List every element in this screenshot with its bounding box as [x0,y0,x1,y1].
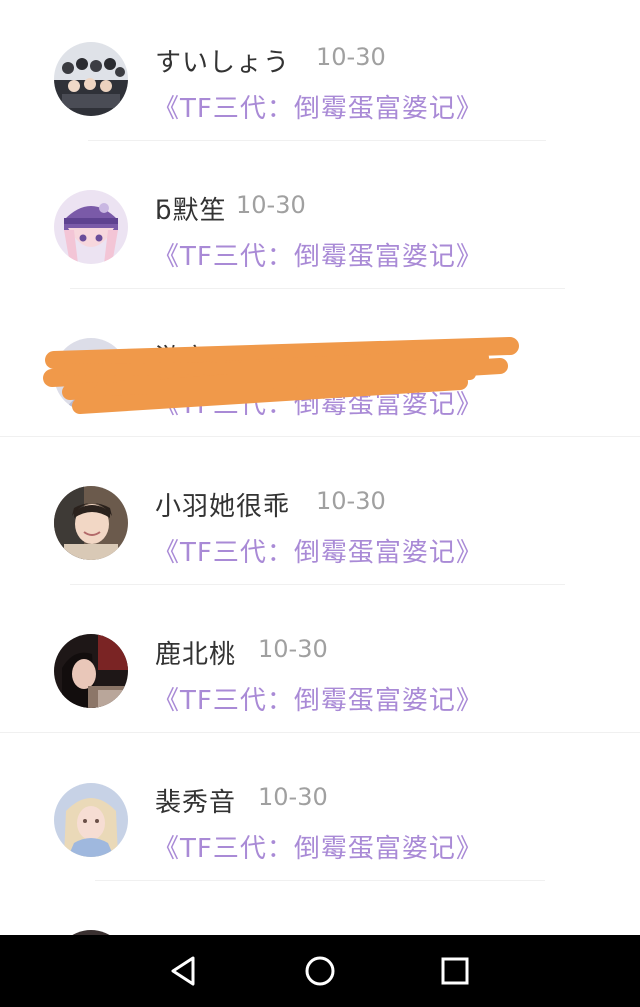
triangle-back-icon[interactable] [163,951,203,991]
comment-row[interactable]: ƃ默笙 10-30 《TF三代：倒霉蛋富婆记》 [0,148,640,296]
comment-time: 10-30 [236,191,306,219]
comment-time: 10-30 [258,635,328,663]
commenter-name[interactable]: すいしょう [155,42,290,79]
comment-time: 10-30 [258,783,328,811]
square-recents-icon[interactable] [435,951,475,991]
commenter-name[interactable]: 游客16197 [155,338,297,375]
comment-row-partial[interactable] [0,888,640,935]
row-divider [88,140,546,141]
anime-girl-avatar[interactable] [54,190,128,264]
boy-photo-avatar[interactable] [54,486,128,560]
default-guest-avatar[interactable] [54,338,128,412]
work-title-link[interactable]: 《TF三代：倒霉蛋富婆记》 [153,828,483,865]
portrait-photo-avatar[interactable] [54,634,128,708]
comment-list-screen: すいしょう 10-30 《TF三代：倒霉蛋富婆记》 ƃ默笙 10-30 《TF三… [0,0,640,1007]
work-title-link[interactable]: 《TF三代：倒霉蛋富婆记》 [153,680,483,717]
commenter-name[interactable]: 鹿北桃 [155,634,236,671]
comment-row[interactable]: 裴秀音 10-30 《TF三代：倒霉蛋富婆记》 [0,740,640,888]
row-divider [70,584,565,585]
row-divider [95,880,545,881]
work-title-link[interactable]: 《TF三代：倒霉蛋富婆记》 [153,88,483,125]
comment-row[interactable]: 鹿北桃 10-30 《TF三代：倒霉蛋富婆记》 [0,592,640,740]
work-title-link[interactable]: 《TF三代：倒霉蛋富婆记》 [153,384,483,421]
group-photo-avatar[interactable] [54,42,128,116]
work-title-link[interactable]: 《TF三代：倒霉蛋富婆记》 [153,236,483,273]
comment-time: 10-30 [316,487,386,515]
row-divider [0,436,640,437]
commenter-name[interactable]: ƃ默笙 [155,190,227,227]
comment-row[interactable]: 小羽她很乖 10-30 《TF三代：倒霉蛋富婆记》 [0,444,640,592]
comment-row[interactable]: すいしょう 10-30 《TF三代：倒霉蛋富婆记》 [0,0,640,148]
comment-time: 10-30 [342,339,412,367]
commenter-name[interactable]: 裴秀音 [155,782,236,819]
comment-time: 10-30 [316,43,386,71]
work-title-link[interactable]: 《TF三代：倒霉蛋富婆记》 [153,532,483,569]
comment-row[interactable]: 游客16197 10-30 《TF三代：倒霉蛋富婆记》 [0,296,640,444]
comment-list: すいしょう 10-30 《TF三代：倒霉蛋富婆记》 ƃ默笙 10-30 《TF三… [0,0,640,935]
row-divider [0,732,640,733]
row-divider [70,288,565,289]
system-navigation-bar [0,935,640,1007]
blonde-photo-avatar[interactable] [54,783,128,857]
circle-home-icon[interactable] [300,951,340,991]
commenter-name[interactable]: 小羽她很乖 [155,486,290,523]
